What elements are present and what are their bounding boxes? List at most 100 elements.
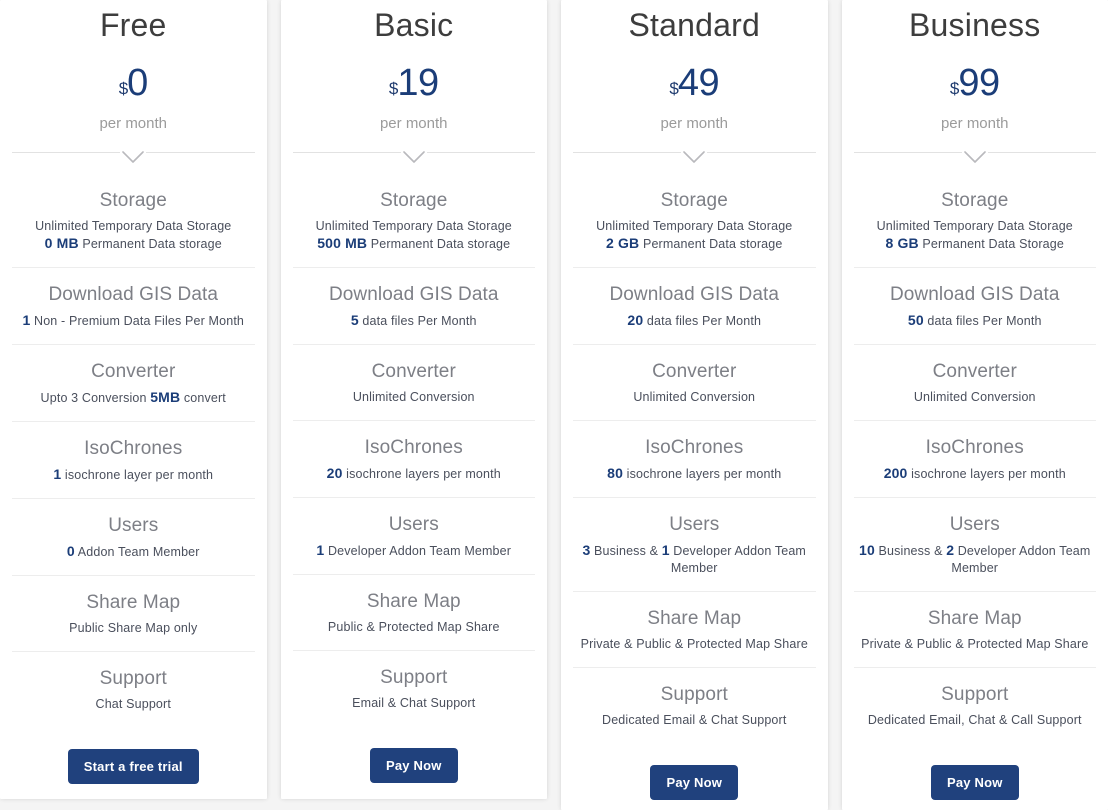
price-period: per month <box>573 114 816 134</box>
feature-value: 5 <box>351 312 359 328</box>
feature-description: Chat Support <box>14 696 253 713</box>
feature-description: Unlimited Temporary Data Storage8 GB Per… <box>856 218 1095 253</box>
feature-name: Converter <box>14 359 253 385</box>
feature-value: 80 <box>607 465 623 481</box>
feature-name: Share Map <box>295 589 534 615</box>
feature-name: Converter <box>856 359 1095 385</box>
feature-value: 0 MB <box>45 235 79 251</box>
plan-header: Basic$19per month <box>293 0 536 134</box>
feature-value: 8 GB <box>886 235 919 251</box>
feature-value: 200 <box>884 465 908 481</box>
feature-description-prefix: Dedicated Email & Chat Support <box>602 713 786 727</box>
chevron-down-icon <box>120 151 146 167</box>
feature-name: Users <box>14 513 253 539</box>
feature-description: Dedicated Email & Chat Support <box>575 712 814 729</box>
feature-value-secondary: 1 <box>662 542 670 558</box>
plan-card-free: Free $0per month StorageUnlimited Temporar… <box>0 0 267 799</box>
feature-list: StorageUnlimited Temporary Data Storage5… <box>293 174 536 726</box>
feature-value: 50 <box>908 312 924 328</box>
header-divider <box>12 152 255 174</box>
feature-description: Unlimited Temporary Data Storage 0 MB Per… <box>14 218 253 253</box>
cta-container: Pay Now <box>293 726 536 793</box>
plan-cta-button[interactable]: Pay Now <box>370 748 458 783</box>
plan-title: Business <box>854 4 1097 46</box>
feature-description-prefix: Unlimited Conversion <box>914 390 1036 404</box>
feature-description: Email & Chat Support <box>295 695 534 712</box>
feature-description-suffix: data files Per Month <box>359 314 477 328</box>
feature-row: StorageUnlimited Temporary Data Storage0… <box>12 174 255 268</box>
feature-name: IsoChrones <box>295 435 534 461</box>
feature-description-prefix: Private & Public & Protected Map Share <box>581 637 808 651</box>
feature-row: Download GIS Data1 Non - Premium Data Fi… <box>12 268 255 345</box>
plan-cta-button[interactable]: Pay Now <box>931 765 1019 800</box>
feature-description: Unlimited Temporary Data Storage2 GB Per… <box>575 218 814 253</box>
feature-description: 10 Business & 2 Developer Addon Team Mem… <box>856 542 1095 577</box>
cta-container: Start a free trial <box>12 727 255 794</box>
feature-description-prefix: Chat Support <box>96 697 171 711</box>
feature-description-line1: Unlimited Temporary Data Storage <box>596 219 792 233</box>
feature-description-prefix: Public & Protected Map Share <box>328 620 500 634</box>
feature-name: Download GIS Data <box>575 282 814 308</box>
plan-cta-button[interactable]: Start a free trial <box>68 749 199 784</box>
plan-title: Basic <box>293 4 536 46</box>
feature-description: Unlimited Temporary Data Storage500 MB P… <box>295 218 534 253</box>
feature-description-suffix-secondary: Developer Addon Team Member <box>951 544 1090 575</box>
price-period: per month <box>293 114 536 134</box>
feature-description-line1: Unlimited Temporary Data Storage <box>35 219 231 233</box>
feature-description-suffix: Permanent Data storage <box>79 237 222 251</box>
price-period: per month <box>12 114 255 134</box>
feature-description: 80 isochrone layers per month <box>575 465 814 483</box>
feature-row: Users3 Business & 1 Developer Addon Team… <box>573 498 816 592</box>
feature-name: IsoChrones <box>856 435 1095 461</box>
feature-description-suffix: isochrone layer per month <box>61 468 213 482</box>
header-divider <box>573 152 816 174</box>
feature-description: Private & Public & Protected Map Share <box>575 636 814 653</box>
feature-row: Download GIS Data 20 data files Per Month <box>573 268 816 345</box>
feature-row: ConverterUpto 3 Conversion 5MB convert <box>12 345 255 422</box>
price-currency: $ <box>119 79 127 98</box>
feature-name: Users <box>295 512 534 538</box>
feature-row: Users 10 Business & 2 Developer Addon Tea… <box>854 498 1097 592</box>
feature-description: Private & Public & Protected Map Share <box>856 636 1095 653</box>
feature-name: Support <box>14 666 253 692</box>
feature-description-suffix: Addon Team Member <box>75 545 200 559</box>
feature-description-suffix: Developer Addon Team Member <box>324 544 511 558</box>
feature-description: 50 data files Per Month <box>856 312 1095 330</box>
feature-description: Public & Protected Map Share <box>295 619 534 636</box>
feature-description-suffix: Non - Premium Data Files Per Month <box>30 314 244 328</box>
plan-title: Free <box>12 4 255 46</box>
cta-container: Pay Now <box>854 743 1097 810</box>
feature-row: ConverterUnlimited Conversion <box>573 345 816 421</box>
feature-row: Share Map Public & Protected Map Share <box>293 575 536 651</box>
feature-row: Download GIS Data 50 data files Per Month <box>854 268 1097 345</box>
plan-price: $0 <box>12 62 255 112</box>
feature-description: Unlimited Conversion <box>295 389 534 406</box>
feature-name: IsoChrones <box>575 435 814 461</box>
feature-description-suffix: Permanent Data Storage <box>919 237 1064 251</box>
feature-description: Dedicated Email, Chat & Call Support <box>856 712 1095 729</box>
plan-price: $49 <box>573 62 816 112</box>
feature-description-suffix: data files Per Month <box>643 314 761 328</box>
feature-row: Share MapPublic Share Map only <box>12 576 255 652</box>
feature-value: 500 MB <box>317 235 367 251</box>
feature-description-suffix: isochrone layers per month <box>623 467 781 481</box>
feature-value: 2 GB <box>606 235 639 251</box>
feature-description-prefix: Upto 3 Conversion <box>41 391 151 405</box>
feature-name: Users <box>856 512 1095 538</box>
feature-description-prefix: Email & Chat Support <box>352 696 475 710</box>
cta-container: Pay Now <box>573 743 816 810</box>
feature-description-suffix: Business & <box>590 544 661 558</box>
feature-name: Converter <box>575 359 814 385</box>
feature-description: 20 data files Per Month <box>575 312 814 330</box>
plan-card-standard: Standard$49per monthStorageUnlimited Tem… <box>561 0 828 810</box>
feature-description: 200 isochrone layers per month <box>856 465 1095 483</box>
plan-cta-button[interactable]: Pay Now <box>650 765 738 800</box>
price-amount: 49 <box>678 62 719 104</box>
feature-description: 0 Addon Team Member <box>14 543 253 561</box>
feature-description-prefix: Dedicated Email, Chat & Call Support <box>868 713 1082 727</box>
feature-row: ConverterUnlimited Conversion <box>293 345 536 421</box>
feature-name: Download GIS Data <box>14 282 253 308</box>
feature-name: Storage <box>856 188 1095 214</box>
chevron-down-icon <box>962 151 988 167</box>
feature-name: Download GIS Data <box>856 282 1095 308</box>
